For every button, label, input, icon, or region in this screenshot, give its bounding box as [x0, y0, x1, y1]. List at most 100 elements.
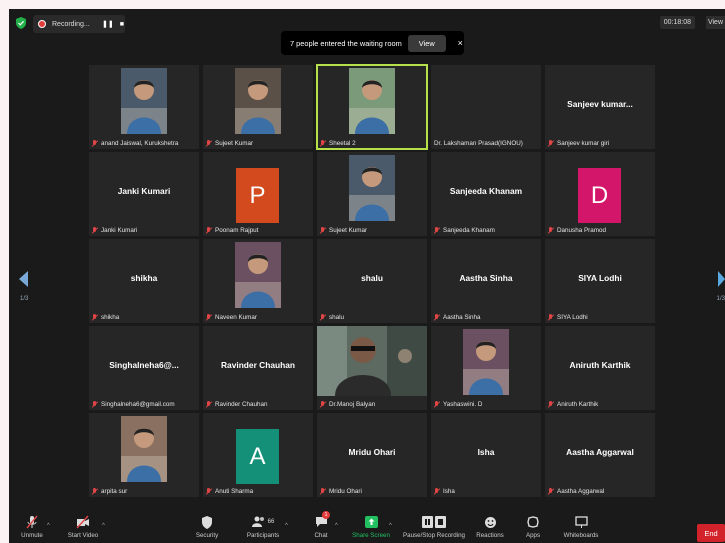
start-video-button[interactable]: Start Video — [65, 507, 101, 543]
previous-page-arrow-icon[interactable] — [19, 271, 28, 287]
participant-label-text: Sujeet Kumar — [215, 140, 254, 147]
reactions-smiley-icon — [483, 515, 497, 529]
participant-name-label: Janki Kumari — [92, 227, 137, 234]
right-page-indicator: 1/3 — [716, 296, 725, 302]
participant-tile[interactable]: Sheetal 2 — [316, 64, 428, 150]
participant-tile[interactable]: Isha Isha — [431, 413, 541, 497]
muted-mic-icon — [92, 401, 98, 408]
participant-tile[interactable]: Dr. Lakshaman Prasad(IGNOU) — [431, 65, 541, 149]
participant-display-name: Sanjeev kumar... — [567, 99, 633, 109]
muted-mic-icon — [434, 314, 440, 321]
audio-options-caret-icon[interactable]: ^ — [47, 523, 50, 529]
participant-name-label: anand Jaiswal, Kurukshetra — [92, 140, 178, 147]
pause-recording-button[interactable]: ❚❚ — [102, 20, 114, 28]
participant-tile[interactable]: Sujeet Kumar — [203, 65, 313, 149]
participant-tile[interactable]: Singhalneha6@... Singhalneha6@gmail.com — [89, 326, 199, 410]
participant-label-text: arpita sur — [101, 488, 128, 495]
chat-button[interactable]: 1 Chat — [311, 507, 331, 543]
participant-tile[interactable]: Aastha Aggarwal Aastha Aggarwal — [545, 413, 655, 497]
participant-tile[interactable]: Sujeet Kumar — [317, 152, 427, 236]
waiting-room-view-button[interactable]: View — [407, 34, 446, 52]
muted-mic-icon — [434, 488, 440, 495]
participant-tile[interactable]: shalu shalu — [317, 239, 427, 323]
participant-tile[interactable]: anand Jaiswal, Kurukshetra — [89, 65, 199, 149]
next-page-arrow-icon[interactable] — [718, 271, 725, 287]
participant-name-label: Anuti Sharma — [206, 488, 253, 495]
participant-photo — [463, 329, 509, 395]
participant-tile[interactable]: Yashaswini. D — [431, 326, 541, 410]
participants-icon — [251, 516, 264, 527]
meeting-timer: 00:18:08 — [659, 16, 695, 29]
pause-stop-recording-button[interactable]: Pause/Stop Recording — [401, 507, 467, 543]
muted-mic-icon — [320, 488, 326, 495]
participant-tile[interactable]: P Poonam Rajput — [203, 152, 313, 236]
participant-tile[interactable]: arpita sur — [89, 413, 199, 497]
participant-tile[interactable]: Ravinder Chauhan Ravinder Chauhan — [203, 326, 313, 410]
reactions-button[interactable]: Reactions — [475, 507, 505, 543]
muted-mic-icon — [320, 227, 326, 234]
stop-recording-button[interactable]: ■ — [120, 21, 124, 28]
participant-label-text: Danusha Pramod — [557, 227, 607, 234]
participant-tile[interactable]: Aastha Sinha Aastha Sinha — [431, 239, 541, 323]
participant-display-name: shikha — [130, 273, 158, 283]
share-screen-button[interactable]: Share Screen — [351, 507, 391, 543]
participant-name-label: Isha — [434, 488, 455, 495]
unmute-button[interactable]: Unmute — [17, 507, 47, 543]
apps-label: Apps — [525, 532, 541, 539]
close-icon[interactable]: × — [458, 38, 463, 48]
security-button[interactable]: Security — [193, 507, 221, 543]
unmute-label: Unmute — [21, 532, 43, 539]
participant-name-label: Yashaswini. D — [434, 401, 482, 408]
participant-label-text: shikha — [101, 314, 120, 321]
participant-video — [317, 326, 427, 396]
participant-tile[interactable]: shikha shikha — [89, 239, 199, 323]
participant-name-label: shalu — [320, 314, 344, 321]
video-options-caret-icon[interactable]: ^ — [102, 523, 105, 529]
muted-mic-icon — [548, 401, 554, 408]
participant-name-label: Sujeet Kumar — [320, 227, 367, 234]
participant-photo — [235, 242, 281, 308]
shield-icon[interactable] — [15, 17, 27, 29]
recording-label: Recording... — [52, 20, 90, 28]
participants-count: 66 — [267, 519, 275, 525]
muted-mic-icon — [320, 140, 326, 147]
participant-tile[interactable]: SIYA Lodhi SIYA Lodhi — [545, 239, 655, 323]
participant-display-name: Singhalneha6@... — [109, 360, 179, 370]
participant-label-text: Singhalneha6@gmail.com — [101, 401, 175, 408]
participant-tile[interactable]: Mridu Ohari Mridu Ohari — [317, 413, 427, 497]
participant-label-text: Aniruth Karthik — [557, 401, 599, 408]
participant-name-label: SIYA Lodhi — [548, 314, 588, 321]
participant-tile[interactable]: Dr.Manoj Balyan — [317, 326, 427, 410]
participant-tile[interactable]: A Anuti Sharma — [203, 413, 313, 497]
participant-tile[interactable]: Sanjeeda Khanam Sanjeeda Khanam — [431, 152, 541, 236]
chat-caret-icon[interactable]: ^ — [335, 523, 338, 529]
share-options-caret-icon[interactable]: ^ — [389, 523, 392, 529]
participant-tile[interactable]: Janki Kumari Janki Kumari — [89, 152, 199, 236]
whiteboards-button[interactable]: Whiteboards — [561, 507, 601, 543]
muted-mic-icon — [92, 140, 98, 147]
participant-name-label: Naveen Kumar — [206, 314, 257, 321]
participant-photo — [121, 416, 167, 482]
view-button[interactable]: View — [705, 16, 725, 29]
chat-label: Chat — [314, 532, 328, 539]
participant-label-text: Mridu Ohari — [329, 488, 362, 495]
security-label: Security — [195, 532, 219, 539]
participant-photo — [349, 68, 395, 134]
apps-icon — [526, 515, 540, 529]
participant-label-text: Naveen Kumar — [215, 314, 257, 321]
participant-label-text: Ravinder Chauhan — [215, 401, 268, 408]
muted-mic-icon — [206, 140, 212, 147]
participant-tile[interactable]: Naveen Kumar — [203, 239, 313, 323]
participants-button[interactable]: 66 Participants — [245, 507, 281, 543]
apps-button[interactable]: Apps — [521, 507, 545, 543]
participants-caret-icon[interactable]: ^ — [285, 523, 288, 529]
participant-tile[interactable]: Aniruth Karthik Aniruth Karthik — [545, 326, 655, 410]
end-meeting-button[interactable]: End — [697, 524, 725, 542]
participant-name-label: Mridu Ohari — [320, 488, 362, 495]
participant-label-text: Sanjeeda Khanam — [443, 227, 495, 234]
participant-name-label: Sujeet Kumar — [206, 140, 253, 147]
participant-tile[interactable]: Sanjeev kumar... Sanjeev kumar giri — [545, 65, 655, 149]
participant-tile[interactable]: D Danusha Pramod — [545, 152, 655, 236]
recording-indicator: Recording... ❚❚ ■ — [33, 15, 125, 33]
muted-mic-icon — [206, 314, 212, 321]
